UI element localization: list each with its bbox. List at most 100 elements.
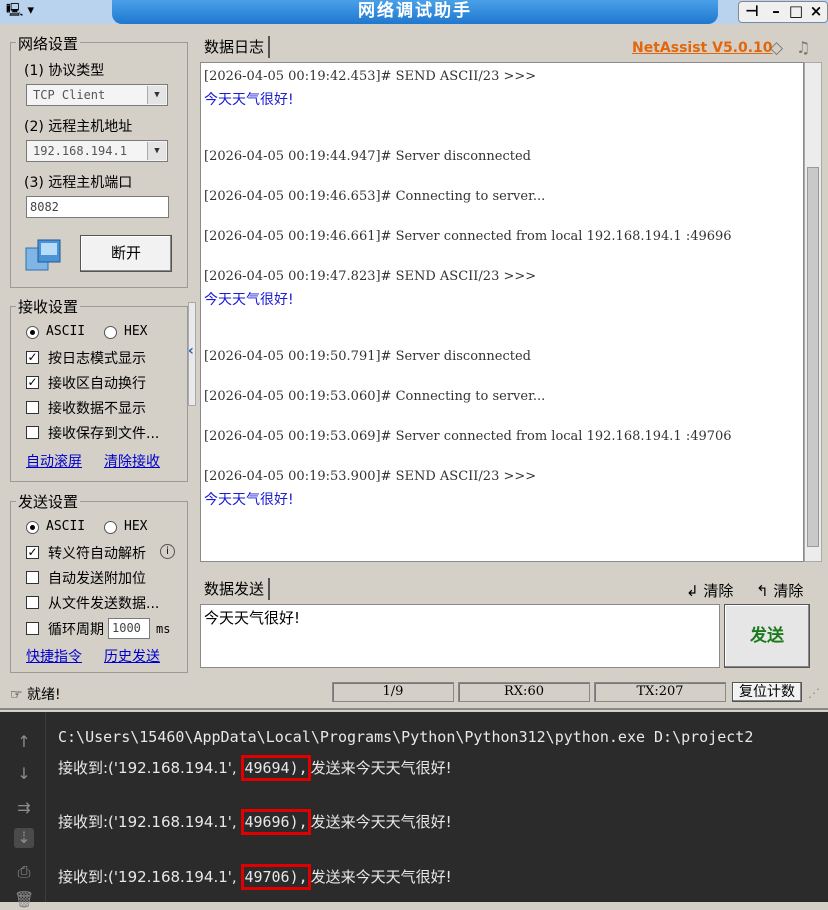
status-tx: TX:207 [594,682,726,702]
log-mode-checkbox[interactable]: ✓ [26,351,39,364]
status-ready: ☞ 就绪! [10,684,61,704]
arrow-down-icon[interactable]: ↓ [14,764,34,784]
close-button[interactable]: × [805,2,827,22]
highlighted-port: 49696), [241,809,311,835]
highlighted-port: 49706), [241,864,311,890]
highlighted-port: 49694), [241,755,311,781]
log-message: 今天天气很好! [204,492,294,508]
host-label: (2) 远程主机地址 [24,119,133,135]
bell-icon[interactable]: ♫ [796,38,810,57]
clear-send-label: 清除 [703,582,734,600]
clear-up-icon: ↰ [756,582,774,600]
recv-hex-radio[interactable] [104,326,117,339]
log-line: [2026-04-05 00:19:46.661]# Server connec… [204,229,732,244]
clear-all-button[interactable]: ↰ 清除 [756,580,803,601]
append-bits-checkbox[interactable] [26,571,39,584]
scrollbar-thumb[interactable] [807,167,819,547]
console-line: 接收到:('192.168.194.1', 49696), 发送来今天天气很好! [58,809,452,835]
system-menu-icon[interactable]: 🖳 ▾ [6,2,46,20]
scroll-end-icon[interactable]: ⇣ [14,828,34,848]
maximize-button[interactable]: □ [785,2,807,22]
diamond-icon[interactable]: ◇ [770,38,783,58]
receive-settings-legend: 接收设置 [16,296,81,317]
window-controls: ⊣ – □ × [738,1,828,23]
data-log-area[interactable]: [2026-04-05 00:19:42.453]# SEND ASCII/23… [200,62,804,562]
send-textarea[interactable]: 今天天气很好! [200,604,720,668]
host-value: 192.168.194.1 [33,144,127,158]
recv-ascii-label: ASCII [46,324,86,339]
clear-send-button[interactable]: ↲ 清除 [686,580,733,601]
protocol-label: (1) 协议类型 [24,63,105,79]
console-suffix: 发送来今天天气很好! [310,813,452,831]
history-link[interactable]: 历史发送 [104,646,160,666]
panel-splitter[interactable]: ‹ [188,302,196,406]
clear-all-label: 清除 [773,582,804,600]
disconnect-button[interactable]: 断开 [80,235,172,272]
arrow-up-icon[interactable]: ↑ [14,732,34,752]
escape-parse-checkbox[interactable]: ✓ [26,546,39,559]
port-input[interactable]: 8082 [26,196,169,218]
log-line: [2026-04-05 00:19:46.653]# Connecting to… [204,189,546,204]
protocol-value: TCP Client [33,88,106,102]
status-rx: RX:60 [458,682,590,702]
console-toolbar: ↑ ↓ ⇉ ⇣ ⎙ 🗑 [0,712,46,909]
autoscroll-link[interactable]: 自动滚屏 [26,451,82,471]
connection-icon [24,238,64,274]
info-icon[interactable]: i [160,544,175,559]
clear-receive-link[interactable]: 清除接收 [104,451,160,471]
resize-grip-icon[interactable]: ⋰ [808,686,820,700]
window-title: 网络调试助手 [112,0,718,24]
brand-link[interactable]: NetAssist V5.0.10 [632,40,773,56]
console-prefix: 接收到:('192.168.194.1', [58,813,242,831]
auto-wrap-checkbox[interactable]: ✓ [26,376,39,389]
send-from-file-checkbox[interactable] [26,596,39,609]
escape-parse-label: 转义符自动解析 [48,546,146,562]
recv-ascii-radio[interactable] [26,326,39,339]
hand-icon: ☞ [10,687,28,703]
reset-count-button[interactable]: 复位计数 [732,682,802,702]
loop-period-input[interactable]: 1000 [108,618,150,639]
log-mode-label: 按日志模式显示 [48,351,146,367]
shortcuts-link[interactable]: 快捷指令 [26,646,82,666]
console-suffix: 发送来今天天气很好! [310,759,452,777]
print-icon[interactable]: ⎙ [14,862,34,882]
send-hex-label: HEX [124,519,148,534]
chevron-down-icon: ▼ [147,86,166,104]
save-file-checkbox[interactable] [26,426,39,439]
log-line: [2026-04-05 00:19:53.900]# SEND ASCII/23… [204,469,537,484]
trash-icon[interactable]: 🗑 [14,890,34,910]
loop-checkbox[interactable] [26,622,39,635]
pin-icon[interactable]: ⊣ [741,2,763,22]
console-suffix: 发送来今天天气很好! [310,868,452,886]
send-settings-legend: 发送设置 [16,491,81,512]
auto-wrap-label: 接收区自动换行 [48,376,146,392]
log-line: [2026-04-05 00:19:53.060]# Connecting to… [204,389,546,404]
minimize-button[interactable]: – [765,2,787,22]
log-scrollbar[interactable] [804,62,822,562]
network-settings-legend: 网络设置 [16,33,81,54]
host-select[interactable]: 192.168.194.1 ▼ [26,140,168,162]
log-line: [2026-04-05 00:19:53.069]# Server connec… [204,429,732,444]
hide-data-label: 接收数据不显示 [48,401,146,417]
tab-data-log[interactable]: 数据日志 [200,36,271,58]
hide-data-checkbox[interactable] [26,401,39,414]
tab-data-send[interactable]: 数据发送 [200,578,271,600]
protocol-select[interactable]: TCP Client ▼ [26,84,168,106]
send-from-file-label: 从文件发送数据... [48,596,160,612]
log-line: [2026-04-05 00:19:50.791]# Server discon… [204,349,531,364]
send-button[interactable]: 发送 [724,604,810,668]
wrap-icon[interactable]: ⇉ [14,798,34,818]
port-label: (3) 远程主机端口 [24,175,133,191]
chevron-left-icon: ‹ [188,343,194,359]
log-line: [2026-04-05 00:19:47.823]# SEND ASCII/23… [204,269,537,284]
console-prefix: 接收到:('192.168.194.1', [58,868,242,886]
send-hex-radio[interactable] [104,521,117,534]
clear-down-icon: ↲ [686,582,704,600]
loop-unit: ms [156,622,171,636]
log-message: 今天天气很好! [204,92,294,108]
status-count: 1/9 [332,682,454,702]
console-prefix: 接收到:('192.168.194.1', [58,759,242,777]
append-bits-label: 自动发送附加位 [48,571,146,587]
send-ascii-label: ASCII [46,519,86,534]
send-ascii-radio[interactable] [26,521,39,534]
